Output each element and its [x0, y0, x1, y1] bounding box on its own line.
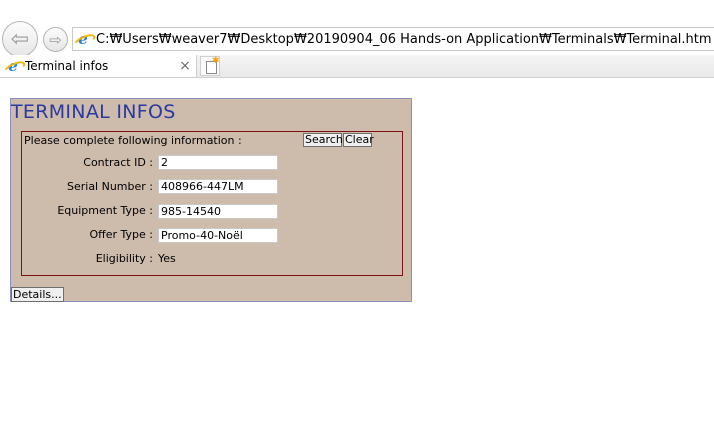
tab-terminal-infos[interactable]: e Terminal infos × [0, 55, 197, 77]
page-title: TERMINAL INFOS [11, 101, 176, 123]
close-tab-icon[interactable]: × [178, 58, 192, 74]
offer-type-label: Offer Type : [89, 228, 154, 241]
search-button[interactable]: Search [303, 133, 343, 147]
equipment-type-field[interactable]: 985-14540 [158, 204, 278, 219]
back-arrow-icon: ⇦ [10, 26, 30, 52]
address-bar[interactable]: e C:₩Users₩weaver7₩Desktop₩20190904_06 H… [72, 27, 714, 51]
terminal-infos-panel: TERMINAL INFOS Please complete following… [10, 98, 412, 302]
tab-title: Terminal infos [25, 59, 109, 73]
address-text[interactable]: C:₩Users₩weaver7₩Desktop₩20190904_06 Han… [96, 32, 712, 47]
eligibility-label: Eligibility : [95, 252, 153, 265]
forward-arrow-icon: ⇨ [49, 30, 62, 49]
forward-button[interactable]: ⇨ [43, 27, 68, 52]
ie-icon: e [6, 59, 20, 74]
instruction-text: Please complete following information : [24, 134, 242, 147]
tab-strip: e Terminal infos × ✱ [0, 55, 714, 78]
form-box: Please complete following information : … [21, 131, 403, 276]
details-button[interactable]: Details... [11, 287, 64, 302]
clear-button[interactable]: Clear [343, 133, 374, 147]
eligibility-value: Yes [158, 252, 176, 265]
contract-id-label: Contract ID : [83, 156, 153, 169]
new-tab-button[interactable]: ✱ [200, 56, 220, 76]
ie-icon: e [76, 32, 90, 47]
serial-number-field[interactable]: 408966-447LM [158, 179, 278, 194]
offer-type-field[interactable]: Promo-40-Noël [158, 228, 278, 243]
serial-number-label: Serial Number : [66, 180, 153, 193]
browser-nav-bar: ⇦ ⇨ e C:₩Users₩weaver7₩Desktop₩20190904_… [0, 21, 714, 57]
contract-id-field[interactable]: 2 [158, 155, 278, 170]
equipment-type-label: Equipment Type : [57, 204, 153, 217]
sparkle-icon: ✱ [212, 56, 220, 66]
back-button[interactable]: ⇦ [2, 21, 38, 57]
